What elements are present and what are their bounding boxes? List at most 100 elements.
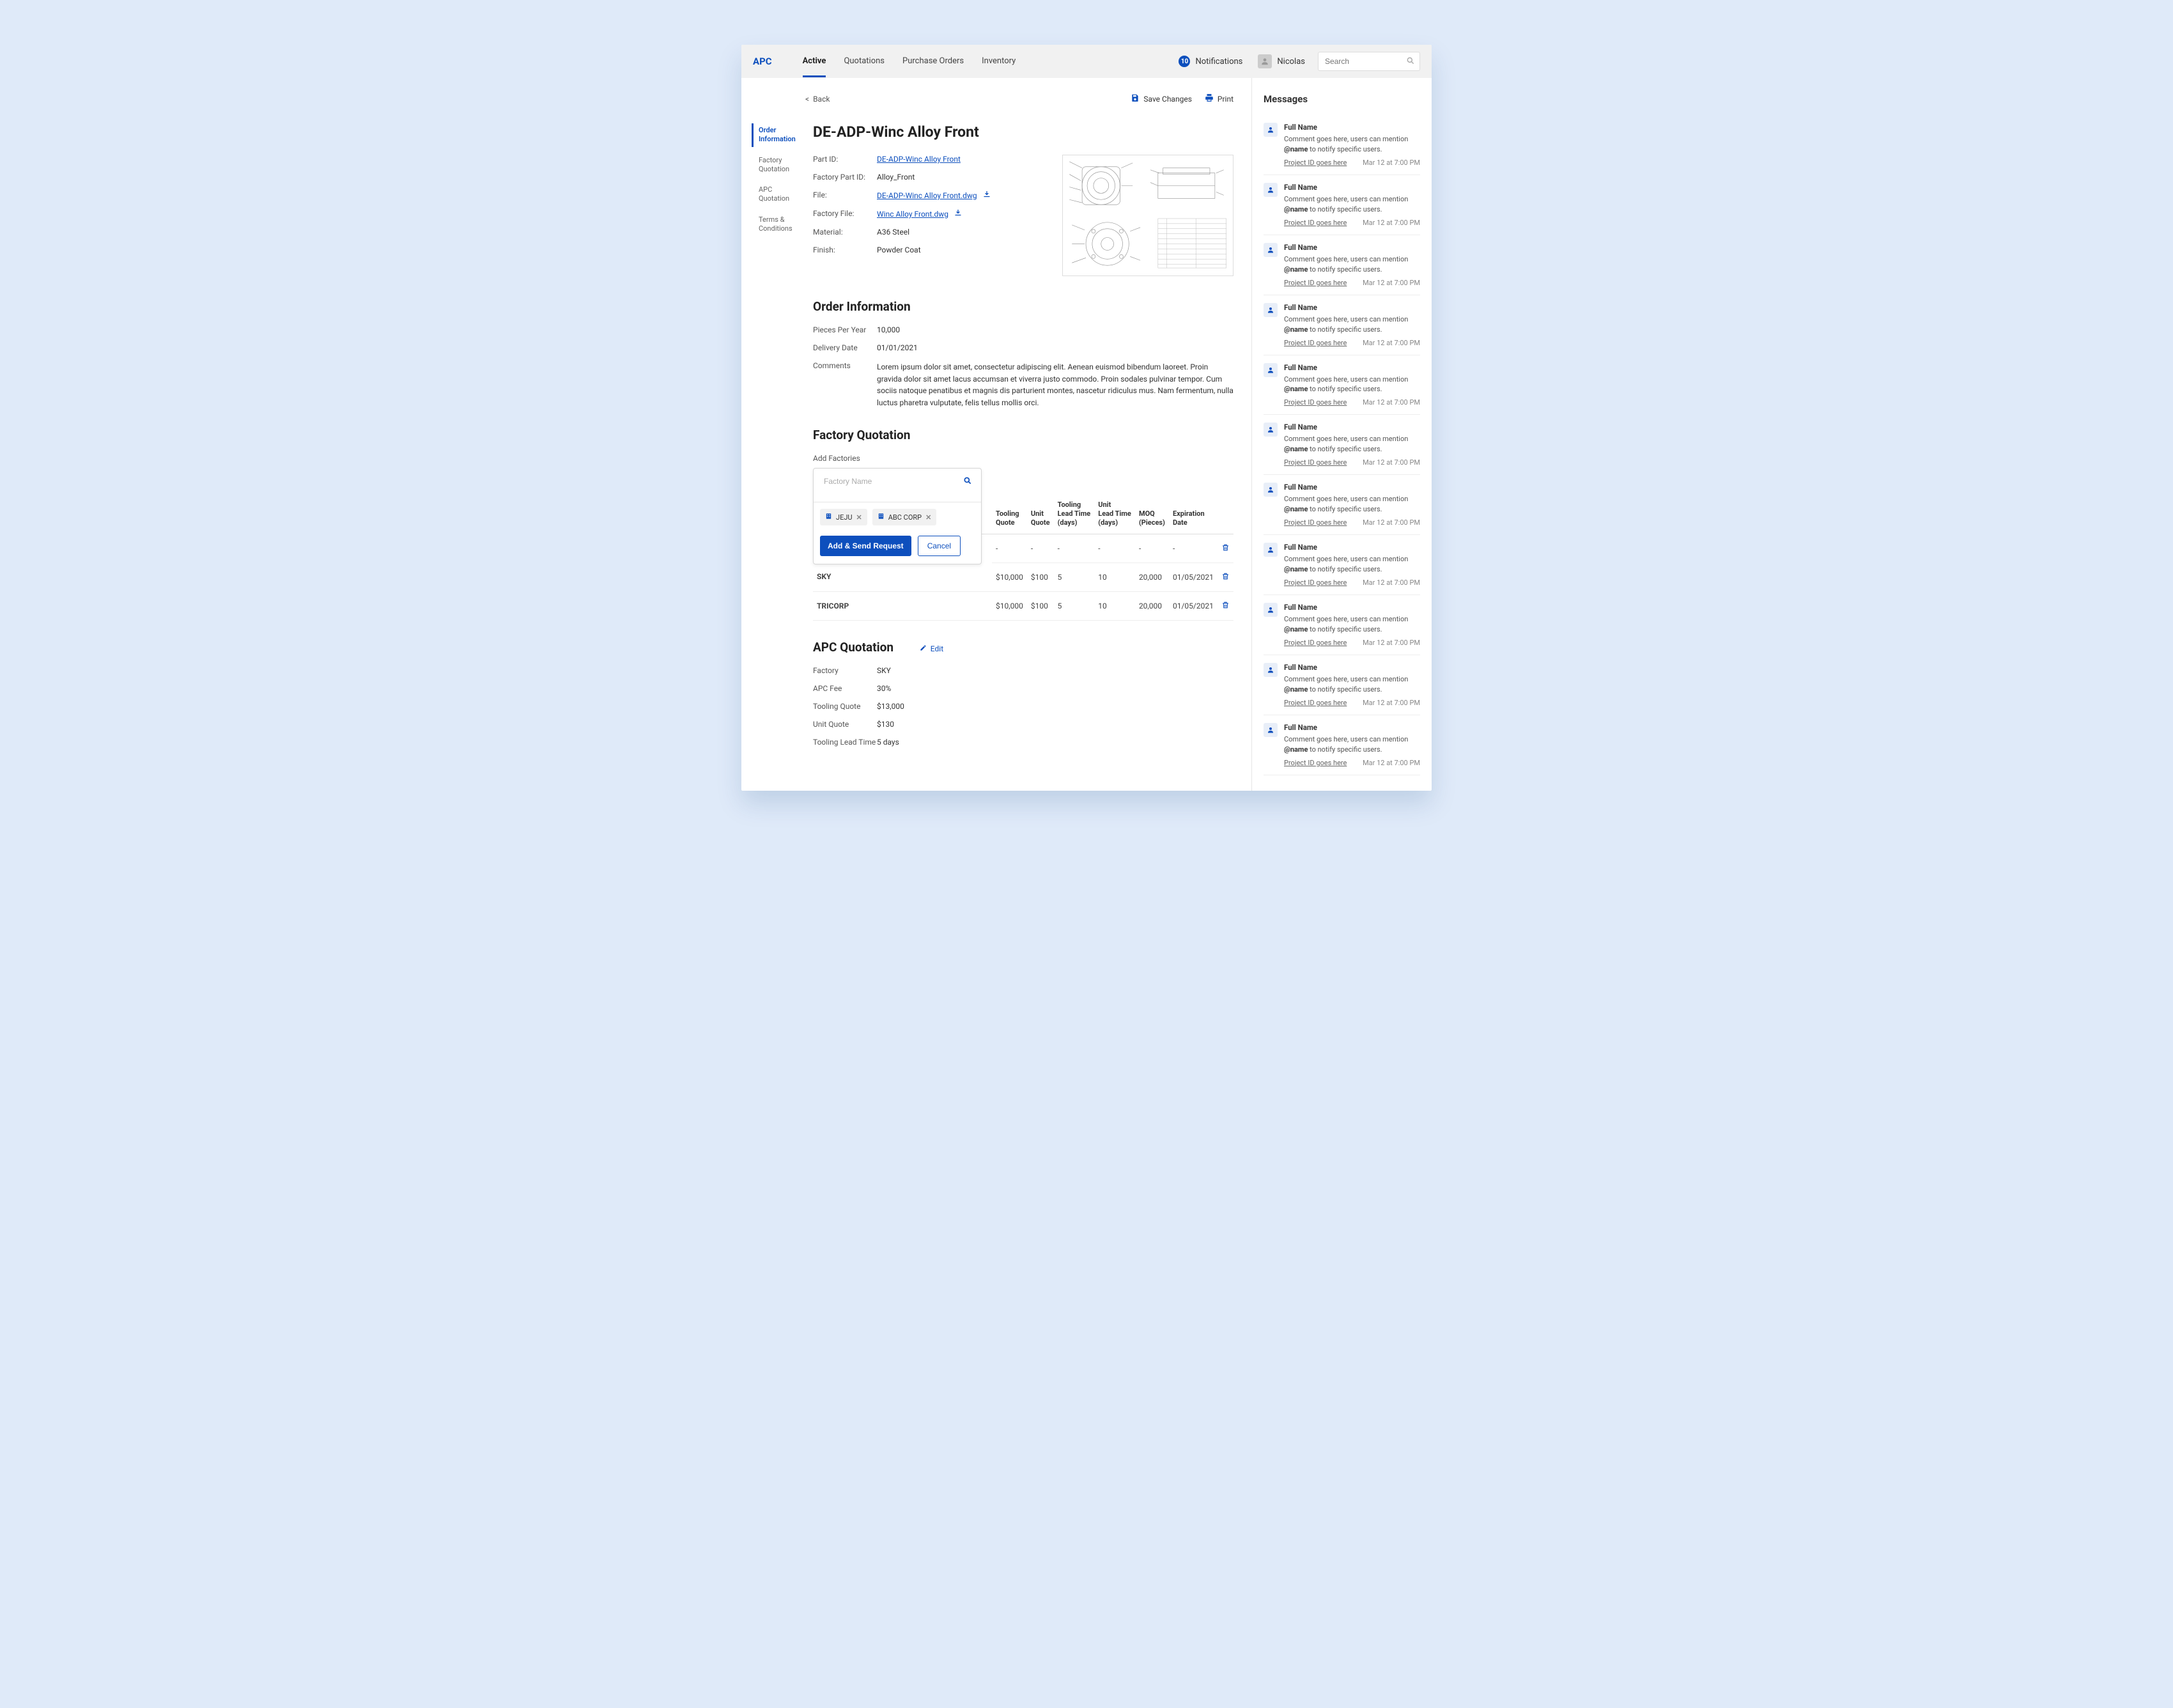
building-icon — [878, 513, 885, 522]
remove-chip-icon[interactable]: ✕ — [925, 513, 931, 522]
table-cell: 20,000 — [1135, 563, 1169, 591]
pencil-icon — [920, 644, 927, 653]
delivery-label: Delivery Date — [813, 343, 877, 352]
apc-field-value: $130 — [877, 720, 894, 729]
add-send-request-button[interactable]: Add & Send Request — [820, 536, 911, 556]
table-cell: - — [1169, 534, 1218, 563]
delete-row-button[interactable] — [1218, 534, 1233, 563]
message-author: Full Name — [1284, 243, 1420, 252]
message-project-link[interactable]: Project ID goes here — [1284, 219, 1347, 227]
message-timestamp: Mar 12 at 7:00 PM — [1363, 699, 1420, 707]
message-item: Full NameComment goes here, users can me… — [1264, 595, 1420, 655]
sidenav-item-terms-conditions[interactable]: Terms & Conditions — [752, 213, 800, 237]
apc-field-label: Factory — [813, 666, 877, 675]
table-cell: - — [1027, 534, 1054, 563]
delete-row-button[interactable] — [1218, 591, 1233, 620]
user-avatar-icon — [1264, 123, 1278, 137]
print-button[interactable]: Print — [1205, 93, 1233, 104]
user-avatar-icon — [1264, 303, 1278, 317]
material-value: A36 Steel — [877, 228, 909, 237]
nav-tab-inventory[interactable]: Inventory — [982, 45, 1016, 77]
search-icon — [1406, 56, 1415, 68]
comments-value: Lorem ipsum dolor sit amet, consectetur … — [877, 361, 1233, 408]
part-drawing-thumbnail[interactable] — [1062, 155, 1233, 276]
download-icon[interactable] — [954, 210, 962, 219]
edit-apc-quotation-button[interactable]: Edit — [920, 644, 943, 653]
finish-label: Finish: — [813, 245, 877, 254]
apc-field-value: 30% — [877, 684, 891, 693]
message-project-link[interactable]: Project ID goes here — [1284, 458, 1347, 467]
message-item: Full NameComment goes here, users can me… — [1264, 715, 1420, 775]
message-timestamp: Mar 12 at 7:00 PM — [1363, 219, 1420, 227]
download-icon[interactable] — [983, 191, 991, 200]
factory-quotation-title: Factory Quotation — [813, 428, 1233, 442]
user-avatar-icon — [1264, 243, 1278, 257]
message-text: Comment goes here, users can mention @na… — [1284, 314, 1420, 335]
message-text: Comment goes here, users can mention @na… — [1284, 134, 1420, 155]
message-item: Full NameComment goes here, users can me… — [1264, 655, 1420, 715]
finish-value: Powder Coat — [877, 245, 921, 254]
message-author: Full Name — [1284, 123, 1420, 132]
apc-field-value: SKY — [877, 666, 891, 675]
message-project-link[interactable]: Project ID goes here — [1284, 518, 1347, 527]
table-cell: 10 — [1094, 563, 1135, 591]
print-icon — [1205, 93, 1214, 104]
factory-search-input[interactable] — [819, 472, 976, 490]
message-project-link[interactable]: Project ID goes here — [1284, 759, 1347, 767]
message-timestamp: Mar 12 at 7:00 PM — [1363, 279, 1420, 287]
table-cell: - — [1054, 534, 1095, 563]
nav-tab-quotations[interactable]: Quotations — [844, 45, 885, 77]
file-link[interactable]: DE-ADP-Winc Alloy Front.dwg — [877, 191, 977, 200]
table-cell: - — [992, 534, 1027, 563]
part-id-link[interactable]: DE-ADP-Winc Alloy Front — [877, 155, 961, 164]
message-author: Full Name — [1284, 183, 1420, 192]
message-project-link[interactable]: Project ID goes here — [1284, 159, 1347, 167]
message-timestamp: Mar 12 at 7:00 PM — [1363, 759, 1420, 767]
message-timestamp: Mar 12 at 7:00 PM — [1363, 159, 1420, 167]
message-timestamp: Mar 12 at 7:00 PM — [1363, 578, 1420, 587]
factory-name: TRICORP — [813, 591, 992, 620]
message-project-link[interactable]: Project ID goes here — [1284, 398, 1347, 407]
message-text: Comment goes here, users can mention @na… — [1284, 434, 1420, 454]
message-author: Full Name — [1284, 603, 1420, 612]
user-avatar-icon — [1264, 183, 1278, 197]
nav-tab-active[interactable]: Active — [803, 45, 826, 77]
save-changes-button[interactable]: Save Changes — [1131, 93, 1192, 104]
apc-field-label: Tooling Quote — [813, 702, 877, 711]
message-item: Full Name Comment goes here, users can me… — [1264, 115, 1420, 175]
user-avatar-icon — [1264, 483, 1278, 497]
message-text: Comment goes here, users can mention @na… — [1284, 254, 1420, 275]
factory-file-link[interactable]: Winc Alloy Front.dwg — [877, 210, 948, 219]
delivery-value: 01/01/2021 — [877, 343, 918, 352]
message-project-link[interactable]: Project ID goes here — [1284, 699, 1347, 707]
sidenav-item-apc-quotation[interactable]: APC Quotation — [752, 183, 800, 206]
nav-tab-purchase-orders[interactable]: Purchase Orders — [902, 45, 964, 77]
nav-tabs: Active Quotations Purchase Orders Inventory — [803, 45, 1016, 77]
message-project-link[interactable]: Project ID goes here — [1284, 639, 1347, 647]
remove-chip-icon[interactable]: ✕ — [856, 513, 862, 522]
table-header — [1218, 495, 1233, 534]
file-label: File: — [813, 190, 877, 200]
user-avatar-icon — [1264, 723, 1278, 737]
order-info-title: Order Information — [813, 299, 1233, 314]
message-project-link[interactable]: Project ID goes here — [1284, 279, 1347, 287]
message-project-link[interactable]: Project ID goes here — [1284, 578, 1347, 587]
notifications-button[interactable]: 10 Notifications — [1179, 56, 1242, 67]
message-project-link[interactable]: Project ID goes here — [1284, 339, 1347, 347]
table-cell: $10,000 — [992, 591, 1027, 620]
table-cell: - — [1135, 534, 1169, 563]
global-search — [1318, 52, 1420, 71]
sidenav-item-order-information[interactable]: Order Information — [752, 123, 800, 147]
apc-quotation-title: APC Quotation Edit — [813, 640, 1233, 655]
message-timestamp: Mar 12 at 7:00 PM — [1363, 339, 1420, 347]
back-link[interactable]: < Back — [805, 95, 830, 104]
message-timestamp: Mar 12 at 7:00 PM — [1363, 639, 1420, 647]
user-menu[interactable]: Nicolas — [1258, 54, 1305, 68]
apc-field-value: $13,000 — [877, 702, 904, 711]
page-actions: < Back Save Changes Print — [752, 93, 1233, 104]
delete-row-button[interactable] — [1218, 563, 1233, 591]
sidenav-item-factory-quotation[interactable]: Factory Quotation — [752, 153, 800, 177]
message-author: Full Name — [1284, 363, 1420, 372]
search-input[interactable] — [1318, 52, 1420, 71]
cancel-button[interactable]: Cancel — [918, 536, 961, 556]
